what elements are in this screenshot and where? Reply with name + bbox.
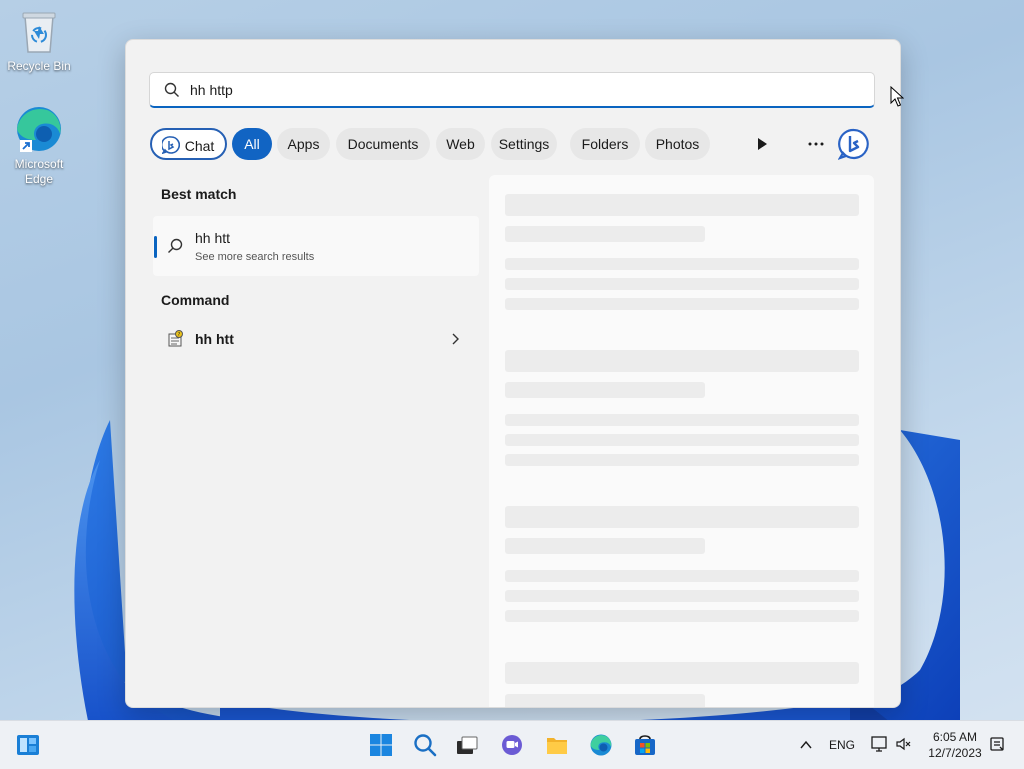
edge-icon[interactable] <box>589 733 613 757</box>
filter-all[interactable]: All <box>232 128 272 160</box>
clock-date: 12/7/2023 <box>928 746 982 760</box>
filter-web[interactable]: Web <box>436 128 485 160</box>
clock[interactable]: 6:05 AM 12/7/2023 <box>920 729 990 761</box>
recycle-bin-icon <box>22 12 56 53</box>
widgets-icon[interactable] <box>16 733 40 757</box>
notification-icon[interactable] <box>988 735 1006 753</box>
desktop-icon-label: Recycle Bin <box>7 59 71 73</box>
filter-label: Folders <box>581 136 629 152</box>
skeleton-bar <box>505 590 859 602</box>
command-title: hh htt <box>195 331 234 347</box>
skeleton-bar <box>505 662 859 684</box>
chevron-up-icon[interactable] <box>799 739 813 751</box>
filter-apps[interactable]: Apps <box>277 128 330 160</box>
search-box[interactable] <box>149 72 875 108</box>
search-input[interactable] <box>190 79 850 101</box>
preview-pane <box>489 175 874 707</box>
store-icon[interactable] <box>633 733 657 757</box>
filter-label: Documents <box>347 136 419 152</box>
svg-text:?: ? <box>178 332 181 338</box>
filter-settings[interactable]: Settings <box>491 128 557 160</box>
skeleton-bar <box>505 538 705 554</box>
filter-label: Web <box>446 136 475 152</box>
skeleton-bar <box>505 258 859 270</box>
desktop-icon-label: Microsoft Edge <box>14 157 64 186</box>
skeleton-bar <box>505 694 705 707</box>
skeleton-bar <box>505 382 705 398</box>
skeleton-bar <box>505 506 859 528</box>
mouse-cursor <box>890 86 904 107</box>
skeleton-bar <box>505 194 859 216</box>
filter-label: Photos <box>655 136 700 152</box>
skeleton-bar <box>505 434 859 446</box>
filter-label: Apps <box>287 136 320 152</box>
volume-muted-icon[interactable] <box>895 735 913 753</box>
search-icon <box>164 82 179 97</box>
start-icon[interactable] <box>369 733 393 757</box>
skeleton-bar <box>505 570 859 582</box>
skeleton-bar <box>505 454 859 466</box>
command-heading: Command <box>161 292 230 308</box>
desktop-icon-edge[interactable]: Microsoft Edge <box>3 104 75 187</box>
skeleton-bar <box>505 298 859 310</box>
search-flyout: Chat All Apps Documents Web Settings Fol… <box>125 39 901 708</box>
search-icon[interactable] <box>413 733 437 757</box>
clock-time: 6:05 AM <box>932 730 978 744</box>
command-app-icon: ? <box>168 330 183 347</box>
desktop-icon-recycle-bin[interactable]: Recycle Bin <box>3 8 75 74</box>
language-indicator[interactable]: ENG <box>829 738 855 752</box>
network-icon[interactable] <box>870 735 888 753</box>
file-explorer-icon[interactable] <box>545 733 569 757</box>
skeleton-bar <box>505 350 859 372</box>
filter-label: Settings <box>498 136 550 152</box>
filter-photos[interactable]: Photos <box>645 128 710 160</box>
best-match-item[interactable]: hh htt See more search results <box>153 216 479 276</box>
bing-icon[interactable] <box>838 128 870 160</box>
search-icon <box>168 238 183 253</box>
bing-chat-icon <box>162 136 180 154</box>
filter-folders[interactable]: Folders <box>570 128 640 160</box>
skeleton-bar <box>505 610 859 622</box>
chevron-right-icon[interactable] <box>449 332 461 346</box>
selection-accent <box>154 236 157 258</box>
skeleton-bar <box>505 278 859 290</box>
taskbar: ENG 6:05 AM 12/7/2023 <box>0 720 1024 769</box>
edge-icon <box>17 107 61 152</box>
best-match-title: hh htt <box>195 230 231 246</box>
filter-chat[interactable]: Chat <box>150 128 227 160</box>
more-options-icon[interactable] <box>807 134 825 154</box>
teams-chat-icon[interactable] <box>500 733 524 757</box>
filter-label: All <box>244 136 260 152</box>
search-filters: Chat All Apps Documents Web Settings Fol… <box>150 128 880 160</box>
skeleton-bar <box>505 414 859 426</box>
filter-documents[interactable]: Documents <box>336 128 430 160</box>
task-view-icon[interactable] <box>455 733 479 757</box>
skeleton-bar <box>505 226 705 242</box>
command-item[interactable]: ? hh htt <box>153 320 479 358</box>
filter-label: Chat <box>184 138 215 154</box>
best-match-heading: Best match <box>161 186 237 202</box>
play-icon[interactable] <box>755 134 769 154</box>
best-match-subtitle: See more search results <box>195 251 315 263</box>
